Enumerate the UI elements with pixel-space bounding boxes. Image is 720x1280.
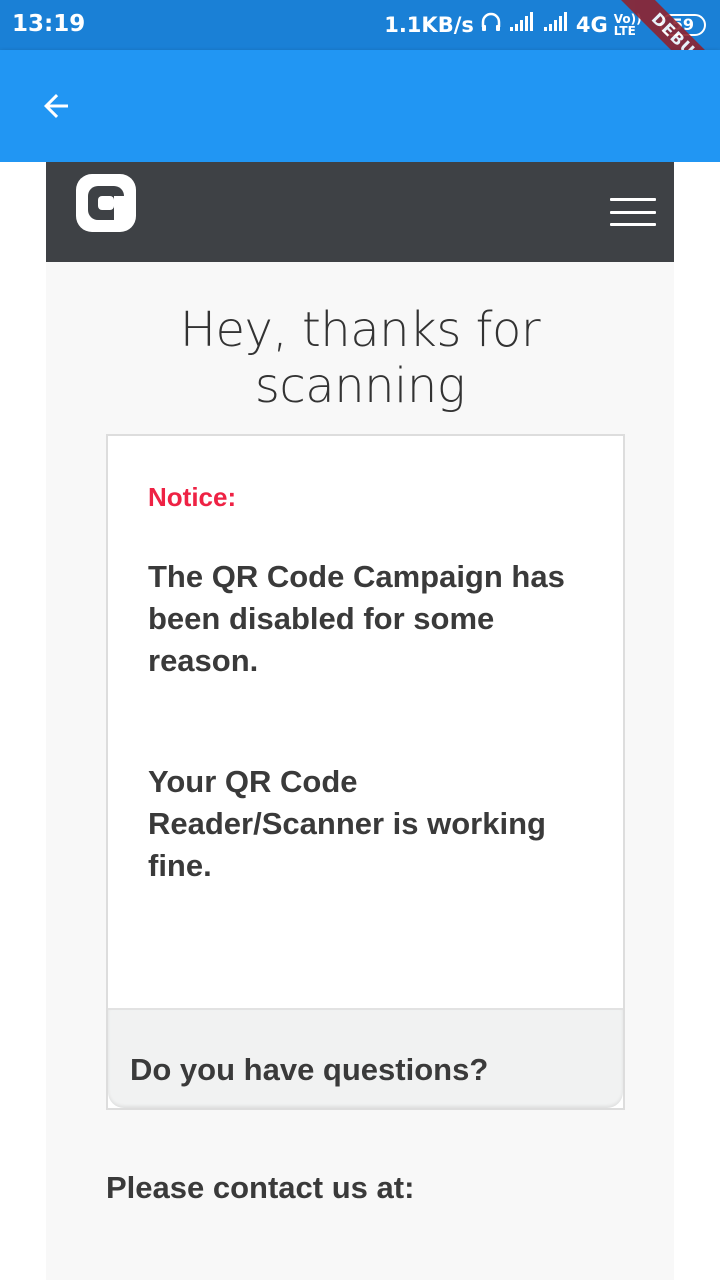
signal-icon-2: [542, 12, 570, 37]
page-title-line2: scanning: [254, 358, 466, 414]
headphones-icon: [480, 11, 502, 38]
signal-icon: [508, 12, 536, 37]
page-title: Hey, thanks for scanning: [46, 302, 674, 414]
questions-heading: Do you have questions?: [130, 1052, 489, 1087]
notice-paragraph-scanner: Your QR Code Reader/Scanner is working f…: [148, 764, 546, 883]
web-view: Hey, thanks for scanning Notice: The QR …: [0, 162, 720, 1280]
card-footer: Do you have questions?: [108, 1008, 623, 1108]
status-time: 13:19: [12, 11, 86, 37]
status-bar: 13:19 1.1KB/s 4G Vo)) LTE 59: [0, 0, 720, 50]
hamburger-menu-icon[interactable]: [610, 198, 656, 226]
notice-card: Notice: The QR Code Campaign has been di…: [106, 434, 625, 1110]
site-page: Hey, thanks for scanning Notice: The QR …: [46, 162, 674, 1280]
network-speed: 1.1KB/s: [384, 12, 474, 37]
brand-logo-icon[interactable]: [76, 174, 136, 232]
app-bar: [0, 50, 720, 162]
site-header: [46, 162, 674, 262]
page-title-line1: Hey, thanks for: [179, 302, 541, 358]
back-button[interactable]: [30, 80, 82, 132]
arrow-back-icon: [44, 94, 68, 118]
contact-heading: Please contact us at:: [106, 1170, 415, 1205]
network-type: 4G: [575, 12, 608, 37]
notice-label: Notice:: [148, 482, 237, 512]
notice-paragraph-campaign: The QR Code Campaign has been disabled f…: [148, 559, 565, 678]
